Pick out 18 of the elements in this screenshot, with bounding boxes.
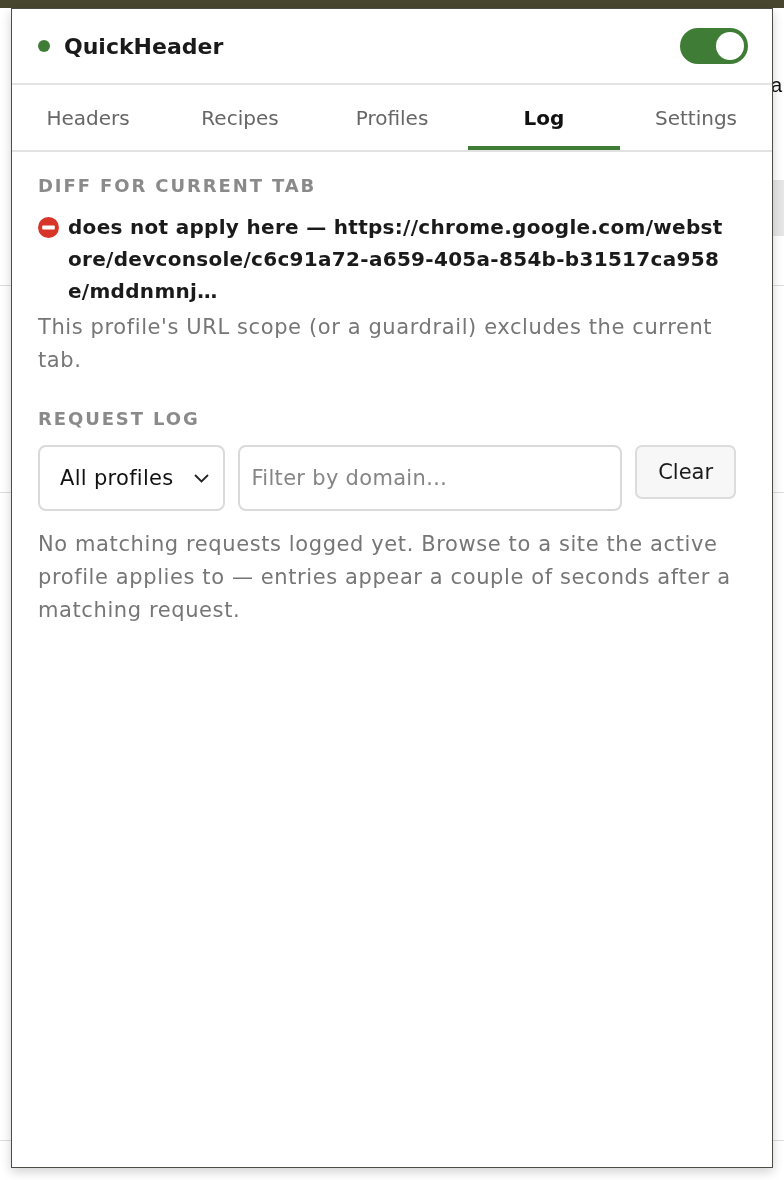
clear-button[interactable]: Clear <box>635 445 736 499</box>
enable-toggle[interactable] <box>680 28 748 64</box>
page-button-background <box>773 180 784 236</box>
scope-note: This profile's URL scope (or a guardrail) excludes the current tab. <box>38 314 714 374</box>
tab[interactable]: Headers <box>12 85 164 150</box>
status-message: does not apply here — https://chrome.google.com/webstore/devconsole/c6c91a72-a659-405a-854b-b31517ca958e/mddnmnj… <box>68 214 724 305</box>
tab[interactable]: Log <box>468 85 620 150</box>
filter-field[interactable]: Filter by domain… <box>237 445 623 511</box>
section-heading: REQUEST LOG <box>38 407 201 431</box>
empty-log-message: No matching requests logged yet. Browse to a site the active profile applies to — entries appear a couple of seconds after a matching request. <box>38 531 732 624</box>
tab[interactable]: Settings <box>620 85 772 150</box>
no-entry-icon <box>38 217 59 238</box>
app-title: QuickHeader <box>64 33 225 59</box>
section-heading: DIFF FOR CURRENT TAB <box>38 174 318 198</box>
tab[interactable]: Profiles <box>316 85 468 150</box>
tab[interactable]: Recipes <box>164 85 316 150</box>
profile-select[interactable]: All profiles <box>38 445 225 511</box>
chevron-down-icon <box>193 473 209 483</box>
